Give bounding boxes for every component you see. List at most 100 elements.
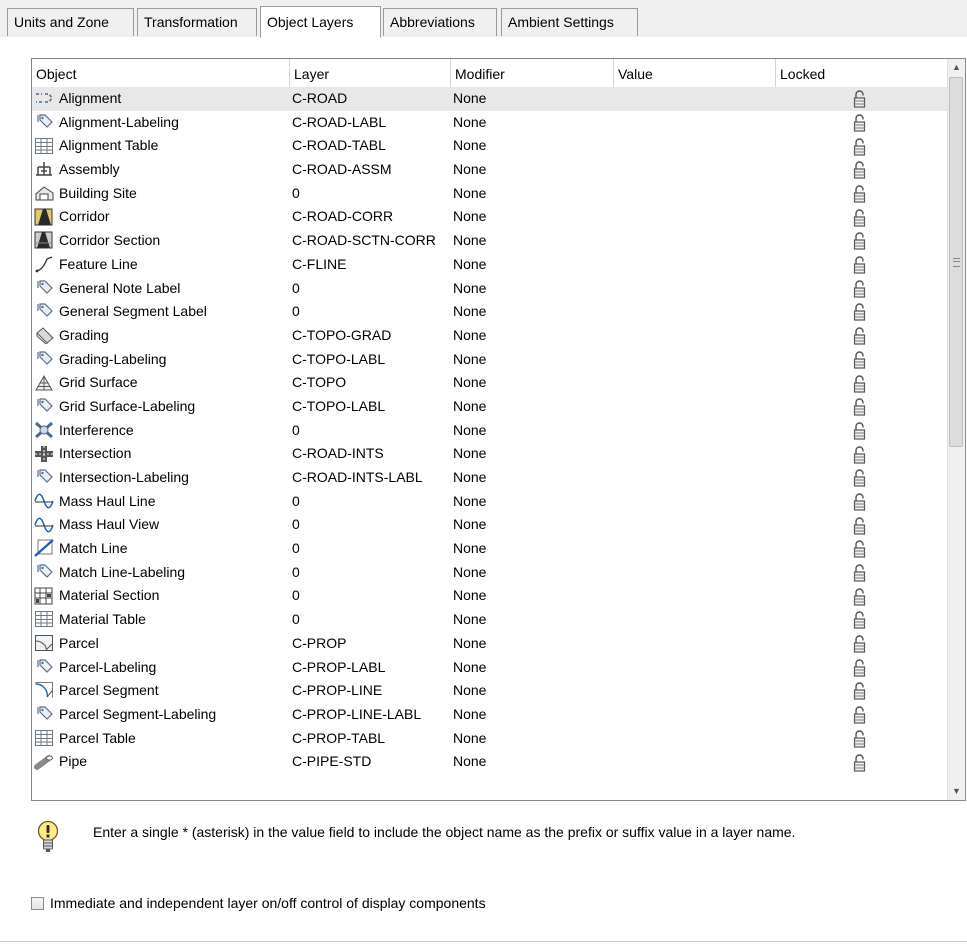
immediate-layer-control-option[interactable]: Immediate and independent layer on/off c… <box>31 893 486 913</box>
table-row[interactable]: Material Table 0 None <box>32 608 950 632</box>
modifier-cell[interactable]: None <box>453 679 613 703</box>
table-row[interactable]: Pipe C-PIPE-STD None <box>32 750 950 774</box>
unlocked-lock-icon[interactable] <box>776 632 950 656</box>
table-row[interactable]: Mass Haul View 0 None <box>32 513 950 537</box>
modifier-cell[interactable]: None <box>453 442 613 466</box>
tab-transformation[interactable]: Transformation <box>137 8 257 36</box>
value-cell[interactable] <box>616 490 776 514</box>
modifier-cell[interactable]: None <box>453 584 613 608</box>
value-cell[interactable] <box>616 253 776 277</box>
layer-cell[interactable]: C-ROAD-INTS <box>292 442 452 466</box>
unlocked-lock-icon[interactable] <box>776 300 950 324</box>
table-row[interactable]: Corridor C-ROAD-CORR None <box>32 205 950 229</box>
unlocked-lock-icon[interactable] <box>776 442 950 466</box>
table-row[interactable]: Feature Line C-FLINE None <box>32 253 950 277</box>
modifier-cell[interactable]: None <box>453 537 613 561</box>
modifier-cell[interactable]: None <box>453 253 613 277</box>
modifier-cell[interactable]: None <box>453 205 613 229</box>
value-cell[interactable] <box>616 608 776 632</box>
value-cell[interactable] <box>616 561 776 585</box>
table-row[interactable]: Alignment C-ROAD None <box>32 87 950 111</box>
layer-cell[interactable]: 0 <box>292 584 452 608</box>
value-cell[interactable] <box>616 537 776 561</box>
modifier-cell[interactable]: None <box>453 111 613 135</box>
table-row[interactable]: Parcel C-PROP None <box>32 632 950 656</box>
unlocked-lock-icon[interactable] <box>776 561 950 585</box>
table-row[interactable]: Parcel Table C-PROP-TABL None <box>32 727 950 751</box>
layer-cell[interactable]: C-ROAD-LABL <box>292 111 452 135</box>
table-row[interactable]: Alignment-Labeling C-ROAD-LABL None <box>32 111 950 135</box>
unlocked-lock-icon[interactable] <box>776 371 950 395</box>
unlocked-lock-icon[interactable] <box>776 87 950 111</box>
unlocked-lock-icon[interactable] <box>776 229 950 253</box>
unlocked-lock-icon[interactable] <box>776 584 950 608</box>
table-row[interactable]: Intersection-Labeling C-ROAD-INTS-LABL Non… <box>32 466 950 490</box>
unlocked-lock-icon[interactable] <box>776 277 950 301</box>
layer-cell[interactable]: C-TOPO-GRAD <box>292 324 452 348</box>
modifier-cell[interactable]: None <box>453 348 613 372</box>
unlocked-lock-icon[interactable] <box>776 324 950 348</box>
modifier-cell[interactable]: None <box>453 750 613 774</box>
layer-cell[interactable]: C-TOPO-LABL <box>292 395 452 419</box>
modifier-cell[interactable]: None <box>453 87 613 111</box>
modifier-cell[interactable]: None <box>453 632 613 656</box>
modifier-cell[interactable]: None <box>453 703 613 727</box>
layer-cell[interactable]: 0 <box>292 608 452 632</box>
unlocked-lock-icon[interactable] <box>776 348 950 372</box>
unlocked-lock-icon[interactable] <box>776 182 950 206</box>
unlocked-lock-icon[interactable] <box>776 490 950 514</box>
unlocked-lock-icon[interactable] <box>776 205 950 229</box>
value-cell[interactable] <box>616 632 776 656</box>
unlocked-lock-icon[interactable] <box>776 134 950 158</box>
unlocked-lock-icon[interactable] <box>776 703 950 727</box>
unlocked-lock-icon[interactable] <box>776 537 950 561</box>
layer-cell[interactable]: C-PIPE-STD <box>292 750 452 774</box>
modifier-cell[interactable]: None <box>453 229 613 253</box>
table-row[interactable]: Grid Surface-Labeling C-TOPO-LABL None <box>32 395 950 419</box>
layer-cell[interactable]: C-ROAD-CORR <box>292 205 452 229</box>
tab-object-layers[interactable]: Object Layers <box>260 6 381 38</box>
unlocked-lock-icon[interactable] <box>776 466 950 490</box>
value-cell[interactable] <box>616 395 776 419</box>
unlocked-lock-icon[interactable] <box>776 513 950 537</box>
tab-units-and-zone[interactable]: Units and Zone <box>7 8 134 36</box>
vertical-scrollbar[interactable]: ▲ ▼ <box>947 59 965 800</box>
modifier-cell[interactable]: None <box>453 182 613 206</box>
unlocked-lock-icon[interactable] <box>776 111 950 135</box>
layer-cell[interactable]: 0 <box>292 490 452 514</box>
value-cell[interactable] <box>616 348 776 372</box>
layer-cell[interactable]: C-ROAD-INTS-LABL <box>292 466 452 490</box>
unlocked-lock-icon[interactable] <box>776 679 950 703</box>
value-cell[interactable] <box>616 419 776 443</box>
value-cell[interactable] <box>616 584 776 608</box>
layer-cell[interactable]: C-PROP <box>292 632 452 656</box>
column-header-value[interactable]: Value <box>614 59 776 87</box>
modifier-cell[interactable]: None <box>453 158 613 182</box>
value-cell[interactable] <box>616 87 776 111</box>
modifier-cell[interactable]: None <box>453 727 613 751</box>
layer-cell[interactable]: C-ROAD-TABL <box>292 134 452 158</box>
table-row[interactable]: Parcel-Labeling C-PROP-LABL None <box>32 656 950 680</box>
layer-cell[interactable]: 0 <box>292 513 452 537</box>
value-cell[interactable] <box>616 324 776 348</box>
unlocked-lock-icon[interactable] <box>776 158 950 182</box>
layer-cell[interactable]: C-ROAD <box>292 87 452 111</box>
table-row[interactable]: Building Site 0 None <box>32 182 950 206</box>
layer-cell[interactable]: 0 <box>292 561 452 585</box>
value-cell[interactable] <box>616 205 776 229</box>
value-cell[interactable] <box>616 158 776 182</box>
layer-cell[interactable]: C-PROP-TABL <box>292 727 452 751</box>
value-cell[interactable] <box>616 513 776 537</box>
layer-cell[interactable]: C-TOPO <box>292 371 452 395</box>
modifier-cell[interactable]: None <box>453 656 613 680</box>
value-cell[interactable] <box>616 300 776 324</box>
table-row[interactable]: General Note Label 0 None <box>32 277 950 301</box>
modifier-cell[interactable]: None <box>453 324 613 348</box>
value-cell[interactable] <box>616 656 776 680</box>
scroll-down-arrow-icon[interactable]: ▼ <box>948 783 965 800</box>
modifier-cell[interactable]: None <box>453 277 613 301</box>
column-header-modifier[interactable]: Modifier <box>451 59 614 87</box>
immediate-layer-control-checkbox[interactable] <box>31 896 44 910</box>
modifier-cell[interactable]: None <box>453 561 613 585</box>
table-row[interactable]: Material Section 0 None <box>32 584 950 608</box>
